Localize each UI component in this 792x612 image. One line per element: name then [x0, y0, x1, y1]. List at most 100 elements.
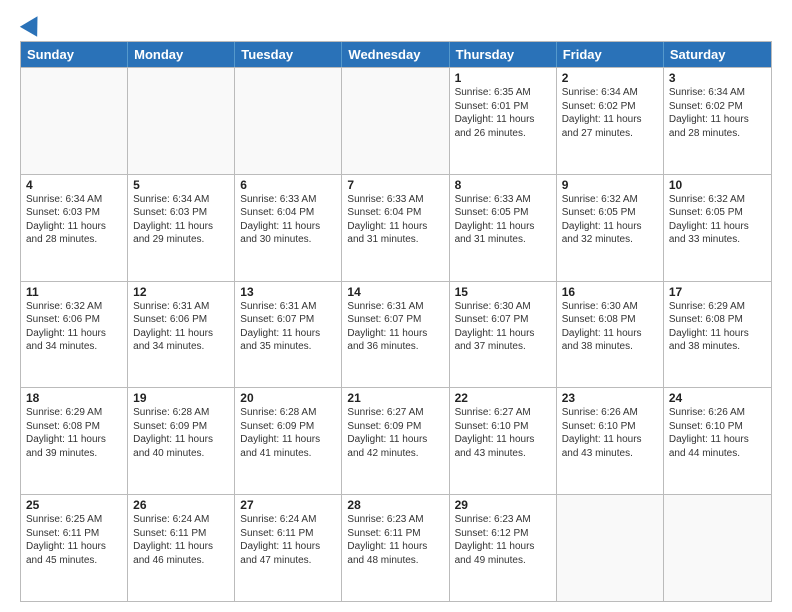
calendar-cell: 4Sunrise: 6:34 AM Sunset: 6:03 PM Daylig… [21, 175, 128, 281]
calendar-cell: 26Sunrise: 6:24 AM Sunset: 6:11 PM Dayli… [128, 495, 235, 601]
day-number: 18 [26, 391, 122, 405]
calendar-cell: 19Sunrise: 6:28 AM Sunset: 6:09 PM Dayli… [128, 388, 235, 494]
day-number: 11 [26, 285, 122, 299]
calendar-cell: 25Sunrise: 6:25 AM Sunset: 6:11 PM Dayli… [21, 495, 128, 601]
day-number: 1 [455, 71, 551, 85]
calendar-cell [235, 68, 342, 174]
calendar-header-row: SundayMondayTuesdayWednesdayThursdayFrid… [21, 42, 771, 67]
day-number: 23 [562, 391, 658, 405]
calendar-row-4: 25Sunrise: 6:25 AM Sunset: 6:11 PM Dayli… [21, 494, 771, 601]
day-number: 12 [133, 285, 229, 299]
calendar-cell: 10Sunrise: 6:32 AM Sunset: 6:05 PM Dayli… [664, 175, 771, 281]
calendar-cell: 27Sunrise: 6:24 AM Sunset: 6:11 PM Dayli… [235, 495, 342, 601]
header-day-thursday: Thursday [450, 42, 557, 67]
cell-info: Sunrise: 6:30 AM Sunset: 6:07 PM Dayligh… [455, 300, 551, 354]
cell-info: Sunrise: 6:33 AM Sunset: 6:04 PM Dayligh… [347, 193, 443, 247]
calendar-cell: 20Sunrise: 6:28 AM Sunset: 6:09 PM Dayli… [235, 388, 342, 494]
cell-info: Sunrise: 6:30 AM Sunset: 6:08 PM Dayligh… [562, 300, 658, 354]
logo-triangle-icon [20, 11, 46, 37]
calendar-cell: 11Sunrise: 6:32 AM Sunset: 6:06 PM Dayli… [21, 282, 128, 388]
calendar-cell: 6Sunrise: 6:33 AM Sunset: 6:04 PM Daylig… [235, 175, 342, 281]
calendar-cell: 28Sunrise: 6:23 AM Sunset: 6:11 PM Dayli… [342, 495, 449, 601]
calendar-cell: 29Sunrise: 6:23 AM Sunset: 6:12 PM Dayli… [450, 495, 557, 601]
day-number: 17 [669, 285, 766, 299]
cell-info: Sunrise: 6:31 AM Sunset: 6:07 PM Dayligh… [240, 300, 336, 354]
cell-info: Sunrise: 6:34 AM Sunset: 6:03 PM Dayligh… [26, 193, 122, 247]
cell-info: Sunrise: 6:25 AM Sunset: 6:11 PM Dayligh… [26, 513, 122, 567]
calendar-cell: 14Sunrise: 6:31 AM Sunset: 6:07 PM Dayli… [342, 282, 449, 388]
cell-info: Sunrise: 6:28 AM Sunset: 6:09 PM Dayligh… [133, 406, 229, 460]
cell-info: Sunrise: 6:32 AM Sunset: 6:05 PM Dayligh… [669, 193, 766, 247]
day-number: 15 [455, 285, 551, 299]
cell-info: Sunrise: 6:34 AM Sunset: 6:02 PM Dayligh… [669, 86, 766, 140]
calendar-cell: 15Sunrise: 6:30 AM Sunset: 6:07 PM Dayli… [450, 282, 557, 388]
cell-info: Sunrise: 6:34 AM Sunset: 6:02 PM Dayligh… [562, 86, 658, 140]
calendar-cell: 23Sunrise: 6:26 AM Sunset: 6:10 PM Dayli… [557, 388, 664, 494]
calendar-row-1: 4Sunrise: 6:34 AM Sunset: 6:03 PM Daylig… [21, 174, 771, 281]
header-day-wednesday: Wednesday [342, 42, 449, 67]
day-number: 24 [669, 391, 766, 405]
cell-info: Sunrise: 6:33 AM Sunset: 6:05 PM Dayligh… [455, 193, 551, 247]
cell-info: Sunrise: 6:31 AM Sunset: 6:07 PM Dayligh… [347, 300, 443, 354]
cell-info: Sunrise: 6:24 AM Sunset: 6:11 PM Dayligh… [240, 513, 336, 567]
calendar-cell [664, 495, 771, 601]
calendar-cell: 9Sunrise: 6:32 AM Sunset: 6:05 PM Daylig… [557, 175, 664, 281]
cell-info: Sunrise: 6:28 AM Sunset: 6:09 PM Dayligh… [240, 406, 336, 460]
cell-info: Sunrise: 6:24 AM Sunset: 6:11 PM Dayligh… [133, 513, 229, 567]
calendar-row-2: 11Sunrise: 6:32 AM Sunset: 6:06 PM Dayli… [21, 281, 771, 388]
day-number: 14 [347, 285, 443, 299]
calendar-body: 1Sunrise: 6:35 AM Sunset: 6:01 PM Daylig… [21, 67, 771, 601]
day-number: 16 [562, 285, 658, 299]
cell-info: Sunrise: 6:32 AM Sunset: 6:05 PM Dayligh… [562, 193, 658, 247]
cell-info: Sunrise: 6:26 AM Sunset: 6:10 PM Dayligh… [669, 406, 766, 460]
day-number: 25 [26, 498, 122, 512]
calendar-cell: 7Sunrise: 6:33 AM Sunset: 6:04 PM Daylig… [342, 175, 449, 281]
calendar-cell [21, 68, 128, 174]
header-day-monday: Monday [128, 42, 235, 67]
day-number: 20 [240, 391, 336, 405]
calendar-cell: 8Sunrise: 6:33 AM Sunset: 6:05 PM Daylig… [450, 175, 557, 281]
cell-info: Sunrise: 6:29 AM Sunset: 6:08 PM Dayligh… [26, 406, 122, 460]
calendar-cell: 2Sunrise: 6:34 AM Sunset: 6:02 PM Daylig… [557, 68, 664, 174]
calendar-cell: 17Sunrise: 6:29 AM Sunset: 6:08 PM Dayli… [664, 282, 771, 388]
calendar-cell: 16Sunrise: 6:30 AM Sunset: 6:08 PM Dayli… [557, 282, 664, 388]
calendar-row-0: 1Sunrise: 6:35 AM Sunset: 6:01 PM Daylig… [21, 67, 771, 174]
calendar-cell: 12Sunrise: 6:31 AM Sunset: 6:06 PM Dayli… [128, 282, 235, 388]
day-number: 9 [562, 178, 658, 192]
cell-info: Sunrise: 6:34 AM Sunset: 6:03 PM Dayligh… [133, 193, 229, 247]
day-number: 26 [133, 498, 229, 512]
day-number: 13 [240, 285, 336, 299]
calendar-cell: 21Sunrise: 6:27 AM Sunset: 6:09 PM Dayli… [342, 388, 449, 494]
calendar-cell [342, 68, 449, 174]
day-number: 2 [562, 71, 658, 85]
calendar-cell: 13Sunrise: 6:31 AM Sunset: 6:07 PM Dayli… [235, 282, 342, 388]
cell-info: Sunrise: 6:27 AM Sunset: 6:10 PM Dayligh… [455, 406, 551, 460]
calendar-cell: 18Sunrise: 6:29 AM Sunset: 6:08 PM Dayli… [21, 388, 128, 494]
cell-info: Sunrise: 6:27 AM Sunset: 6:09 PM Dayligh… [347, 406, 443, 460]
cell-info: Sunrise: 6:31 AM Sunset: 6:06 PM Dayligh… [133, 300, 229, 354]
day-number: 21 [347, 391, 443, 405]
calendar-cell: 22Sunrise: 6:27 AM Sunset: 6:10 PM Dayli… [450, 388, 557, 494]
day-number: 22 [455, 391, 551, 405]
header-day-sunday: Sunday [21, 42, 128, 67]
header-day-tuesday: Tuesday [235, 42, 342, 67]
calendar-row-3: 18Sunrise: 6:29 AM Sunset: 6:08 PM Dayli… [21, 387, 771, 494]
calendar-cell [557, 495, 664, 601]
header [20, 16, 772, 33]
day-number: 28 [347, 498, 443, 512]
header-day-friday: Friday [557, 42, 664, 67]
cell-info: Sunrise: 6:26 AM Sunset: 6:10 PM Dayligh… [562, 406, 658, 460]
calendar-cell: 1Sunrise: 6:35 AM Sunset: 6:01 PM Daylig… [450, 68, 557, 174]
day-number: 29 [455, 498, 551, 512]
cell-info: Sunrise: 6:23 AM Sunset: 6:11 PM Dayligh… [347, 513, 443, 567]
day-number: 19 [133, 391, 229, 405]
cell-info: Sunrise: 6:32 AM Sunset: 6:06 PM Dayligh… [26, 300, 122, 354]
calendar: SundayMondayTuesdayWednesdayThursdayFrid… [20, 41, 772, 602]
day-number: 10 [669, 178, 766, 192]
day-number: 7 [347, 178, 443, 192]
day-number: 4 [26, 178, 122, 192]
cell-info: Sunrise: 6:35 AM Sunset: 6:01 PM Dayligh… [455, 86, 551, 140]
day-number: 27 [240, 498, 336, 512]
page: SundayMondayTuesdayWednesdayThursdayFrid… [0, 0, 792, 612]
day-number: 5 [133, 178, 229, 192]
